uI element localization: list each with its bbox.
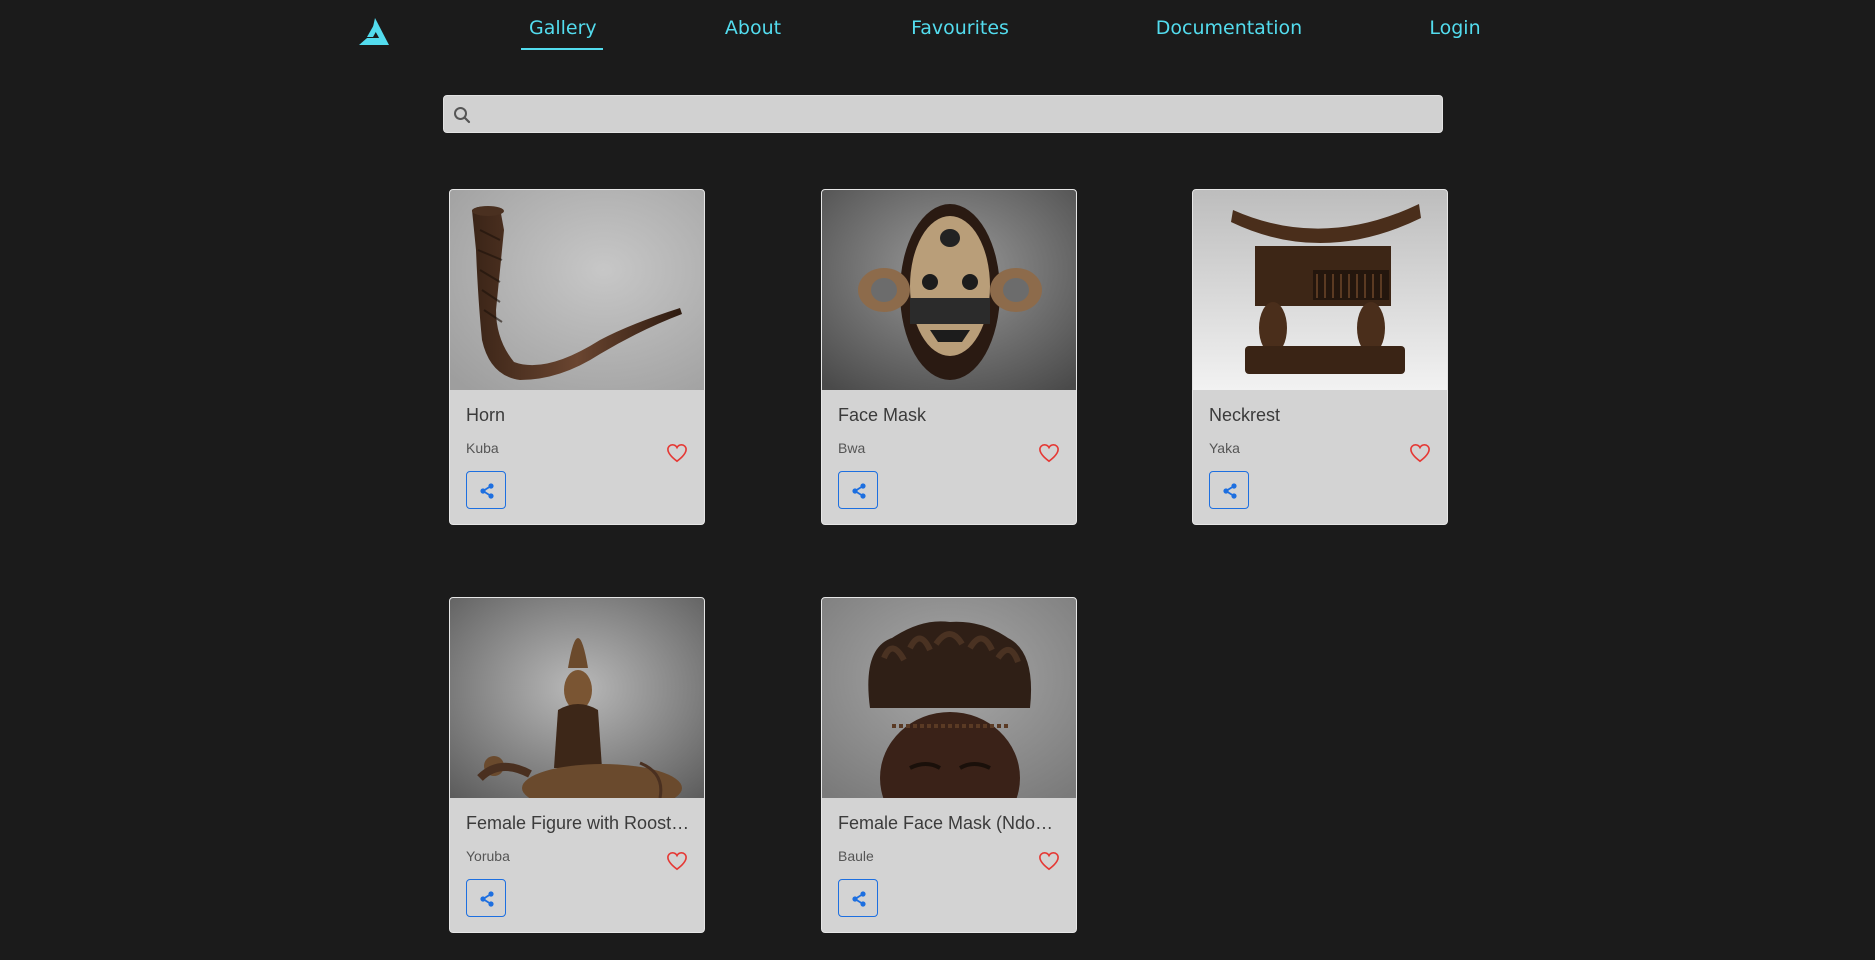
gallery-card[interactable]: Female Figure with Roost… Yoruba: [449, 597, 705, 933]
share-icon: [852, 891, 866, 907]
gallery-card[interactable]: Face Mask Bwa: [821, 189, 1077, 525]
app-logo-icon[interactable]: [357, 15, 391, 47]
artwork-image: [822, 190, 1076, 390]
heart-icon[interactable]: [1409, 443, 1431, 463]
artwork-title: Horn: [466, 405, 506, 425]
artwork-culture: Bwa: [838, 440, 866, 456]
share-icon: [852, 483, 866, 499]
share-button[interactable]: [466, 471, 506, 509]
gallery-card[interactable]: Female Face Mask (Ndo… Baule: [821, 597, 1077, 933]
search-input[interactable]: [480, 96, 1435, 132]
artwork-culture: Yaka: [1209, 440, 1240, 456]
artwork-culture: Yoruba: [466, 848, 510, 864]
artwork-title: Female Face Mask (Ndo…: [838, 813, 1054, 833]
share-icon: [480, 483, 494, 499]
artwork-image: [1193, 190, 1447, 390]
share-button[interactable]: [838, 471, 878, 509]
share-icon: [480, 891, 494, 907]
heart-icon[interactable]: [1038, 443, 1060, 463]
heart-icon[interactable]: [666, 443, 688, 463]
heart-icon[interactable]: [666, 851, 688, 871]
artwork-culture: Kuba: [466, 440, 499, 456]
artwork-title: Face Mask: [838, 405, 927, 425]
share-button[interactable]: [1209, 471, 1249, 509]
artwork-culture: Baule: [838, 848, 874, 864]
nav-about[interactable]: About: [718, 14, 788, 50]
artwork-title: Female Figure with Roost…: [466, 813, 690, 833]
top-navigation: Gallery About Favourites Documentation L…: [0, 0, 1875, 58]
nav-login[interactable]: Login: [1425, 14, 1485, 50]
nav-gallery[interactable]: Gallery: [521, 14, 603, 50]
share-icon: [1223, 483, 1237, 499]
gallery-card[interactable]: Horn Kuba: [449, 189, 705, 525]
search-icon: [454, 107, 471, 124]
artwork-image: [450, 598, 704, 798]
share-button[interactable]: [838, 879, 878, 917]
artwork-image: [450, 190, 704, 390]
gallery-card[interactable]: Neckrest Yaka: [1192, 189, 1448, 525]
nav-favourites[interactable]: Favourites: [905, 14, 1015, 50]
share-button[interactable]: [466, 879, 506, 917]
nav-documentation[interactable]: Documentation: [1155, 14, 1303, 50]
search-bar: [443, 95, 1443, 133]
heart-icon[interactable]: [1038, 851, 1060, 871]
artwork-title: Neckrest: [1209, 405, 1281, 425]
artwork-image: [822, 598, 1076, 798]
